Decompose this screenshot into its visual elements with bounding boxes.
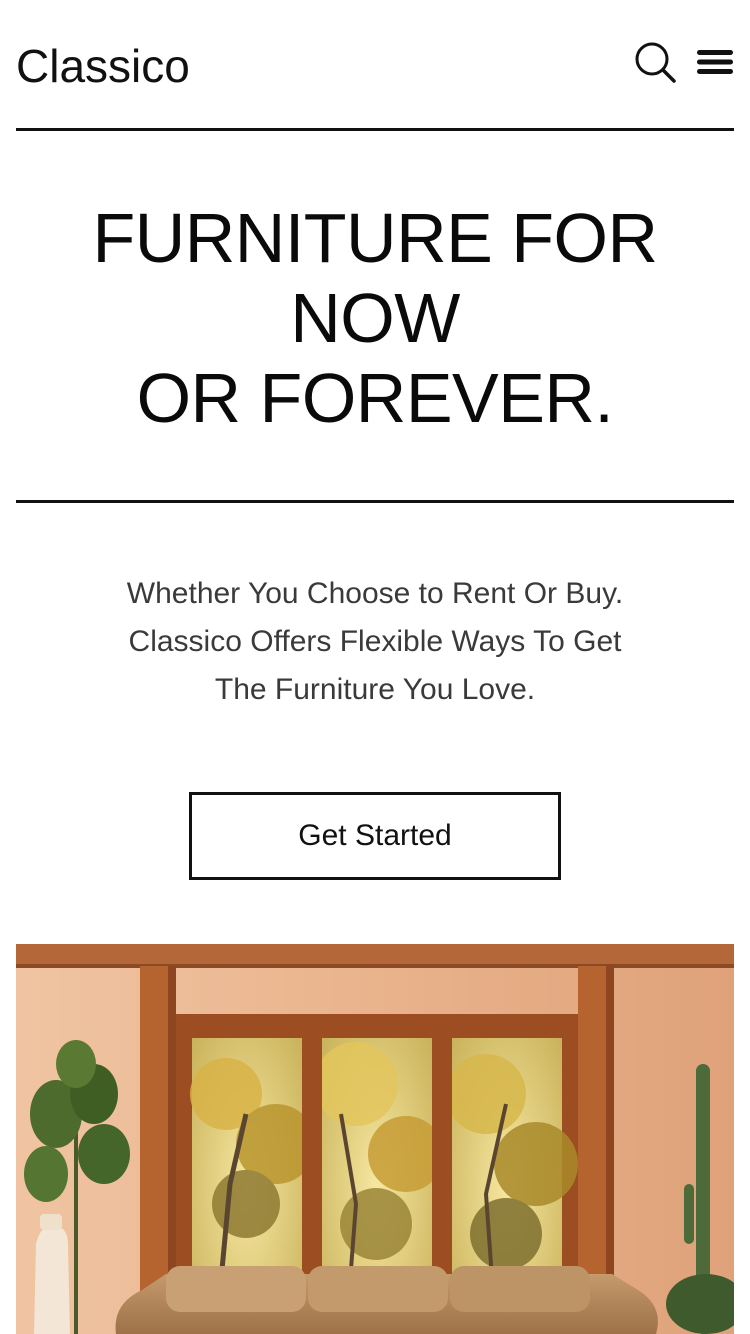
header-divider	[16, 128, 734, 131]
living-room-illustration	[16, 944, 734, 1334]
hero-title-line: FURNITURE FOR	[92, 199, 658, 277]
site-header: Classico	[16, 0, 734, 130]
brand-logo[interactable]: Classico	[16, 38, 190, 94]
hero-divider	[16, 500, 734, 503]
get-started-button[interactable]: Get Started	[189, 792, 561, 880]
page: Classico FURNITURE FOR NOW OR FOREVER. W…	[16, 0, 734, 1334]
header-actions	[634, 40, 734, 88]
hero-subtitle: Whether You Choose to Rent Or Buy. Class…	[56, 570, 694, 714]
search-icon[interactable]	[634, 41, 676, 88]
hero-subtitle-line: Classico Offers Flexible Ways To Get	[128, 625, 622, 658]
hero-title-line: OR FOREVER.	[136, 359, 614, 437]
hero-subtitle-line: The Furniture You Love.	[214, 673, 536, 706]
living-room-photo	[16, 944, 734, 1334]
hamburger-menu-icon[interactable]	[696, 47, 734, 82]
hero-title: FURNITURE FOR NOW OR FOREVER.	[16, 198, 734, 438]
hero-title-line: NOW	[290, 279, 460, 357]
hero-subtitle-line: Whether You Choose to Rent Or Buy.	[126, 577, 624, 610]
